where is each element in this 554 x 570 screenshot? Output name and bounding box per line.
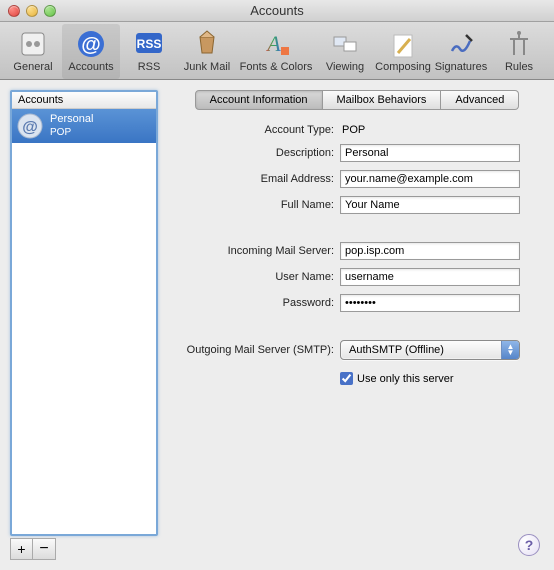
select-arrows-icon: ▲▼ <box>501 341 519 359</box>
accounts-sidebar: Accounts @ Personal POP + − <box>10 90 158 560</box>
at-icon: @ <box>16 112 44 140</box>
toolbar-general[interactable]: General <box>4 24 62 79</box>
outgoing-server-select[interactable]: AuthSMTP (Offline) ▲▼ <box>340 340 520 360</box>
toolbar-signatures[interactable]: Signatures <box>432 24 490 79</box>
toolbar-rules-label: Rules <box>505 61 533 73</box>
signatures-icon <box>445 28 477 60</box>
svg-text:A: A <box>265 31 281 56</box>
junk-icon <box>191 28 223 60</box>
account-type: POP <box>50 127 93 139</box>
account-item[interactable]: @ Personal POP <box>12 109 156 143</box>
add-account-button[interactable]: + <box>11 539 33 559</box>
toolbar-composing-label: Composing <box>375 61 431 73</box>
account-type-value: POP <box>340 124 365 136</box>
accounts-list[interactable]: Accounts @ Personal POP <box>10 90 158 536</box>
toolbar-viewing-label: Viewing <box>326 61 364 73</box>
password-input[interactable] <box>340 294 520 312</box>
fonts-icon: A <box>260 28 292 60</box>
toolbar-signatures-label: Signatures <box>435 61 488 73</box>
use-only-label: Use only this server <box>357 373 454 385</box>
toolbar-rss-label: RSS <box>138 61 161 73</box>
preferences-toolbar: General @ Accounts RSS RSS Junk Mail A F… <box>0 22 554 80</box>
password-label: Password: <box>170 297 334 309</box>
add-remove-buttons: + − <box>10 538 56 560</box>
tab-bar: Account Information Mailbox Behaviors Ad… <box>170 90 544 110</box>
at-icon: @ <box>75 28 107 60</box>
use-only-checkbox[interactable] <box>340 372 353 385</box>
username-label: User Name: <box>170 271 334 283</box>
toolbar-viewing[interactable]: Viewing <box>316 24 374 79</box>
toolbar-rss[interactable]: RSS RSS <box>120 24 178 79</box>
general-icon <box>17 28 49 60</box>
svg-text:@: @ <box>22 119 38 136</box>
account-type-label: Account Type: <box>170 124 334 136</box>
account-form: Account Type: POP Description: Email Add… <box>170 124 544 385</box>
composing-icon <box>387 28 419 60</box>
viewing-icon <box>329 28 361 60</box>
email-label: Email Address: <box>170 173 334 185</box>
help-button[interactable]: ? <box>518 534 540 556</box>
username-input[interactable] <box>340 268 520 286</box>
rules-icon <box>503 28 535 60</box>
accounts-list-header: Accounts <box>12 92 156 109</box>
toolbar-fonts[interactable]: A Fonts & Colors <box>236 24 316 79</box>
toolbar-fonts-label: Fonts & Colors <box>240 61 313 73</box>
toolbar-rules[interactable]: Rules <box>490 24 548 79</box>
toolbar-junk-label: Junk Mail <box>184 61 230 73</box>
remove-account-button[interactable]: − <box>33 539 55 559</box>
description-label: Description: <box>170 147 334 159</box>
description-input[interactable] <box>340 144 520 162</box>
incoming-server-input[interactable] <box>340 242 520 260</box>
outgoing-server-value: AuthSMTP (Offline) <box>349 344 444 356</box>
window-title: Accounts <box>0 3 554 18</box>
titlebar: Accounts <box>0 0 554 22</box>
outgoing-label: Outgoing Mail Server (SMTP): <box>170 344 334 356</box>
svg-text:RSS: RSS <box>137 37 162 51</box>
toolbar-composing[interactable]: Composing <box>374 24 432 79</box>
fullname-label: Full Name: <box>170 199 334 211</box>
email-input[interactable] <box>340 170 520 188</box>
rss-icon: RSS <box>133 28 165 60</box>
tab-account-info[interactable]: Account Information <box>195 90 323 110</box>
fullname-input[interactable] <box>340 196 520 214</box>
tab-mailbox-behaviors[interactable]: Mailbox Behaviors <box>323 90 442 110</box>
tab-advanced[interactable]: Advanced <box>441 90 519 110</box>
main-panel: Account Information Mailbox Behaviors Ad… <box>158 90 544 560</box>
toolbar-accounts-label: Accounts <box>68 61 113 73</box>
toolbar-accounts[interactable]: @ Accounts <box>62 24 120 79</box>
incoming-label: Incoming Mail Server: <box>170 245 334 257</box>
svg-text:@: @ <box>81 34 101 56</box>
toolbar-junk[interactable]: Junk Mail <box>178 24 236 79</box>
toolbar-general-label: General <box>13 61 52 73</box>
account-name: Personal <box>50 113 93 126</box>
